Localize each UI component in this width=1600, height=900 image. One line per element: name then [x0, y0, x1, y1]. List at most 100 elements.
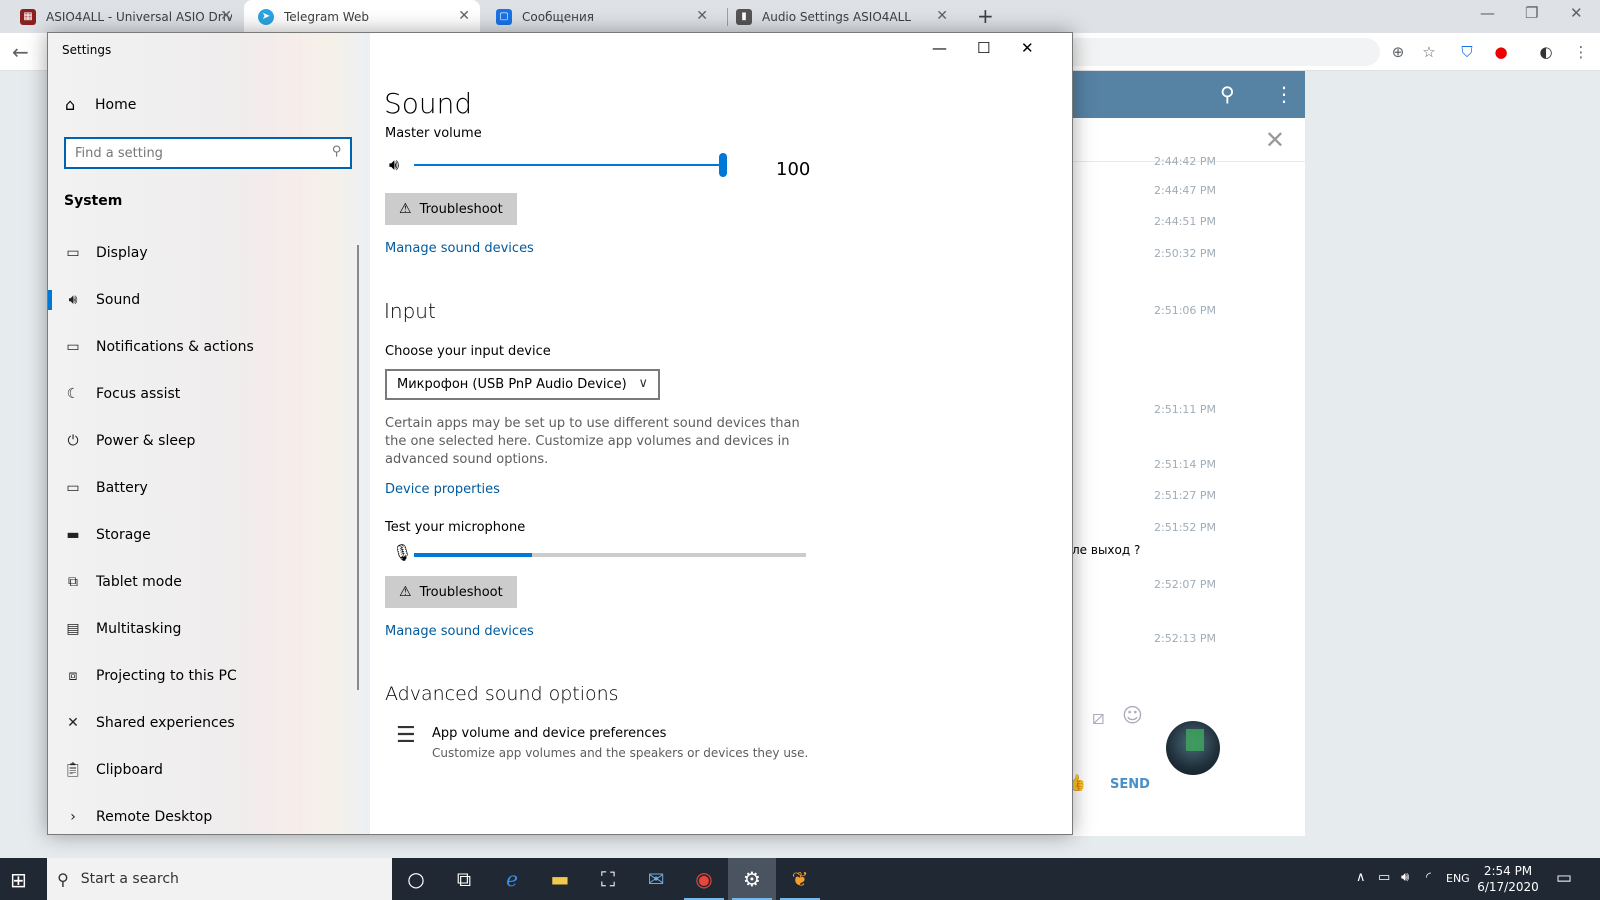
- clock[interactable]: 2:54 PM 6/17/2020: [1475, 863, 1541, 895]
- fl-studio-icon[interactable]: ❦: [776, 858, 824, 900]
- volume-icon[interactable]: 🔊︎: [1401, 870, 1409, 885]
- star-icon[interactable]: ☆: [1419, 42, 1439, 62]
- sidebar-item-label: Battery: [96, 480, 148, 496]
- notifications-icon: ▭: [66, 339, 80, 355]
- message-time: 2:52:07 PM: [1154, 578, 1217, 591]
- edge-icon[interactable]: ℯ: [488, 858, 536, 900]
- master-volume-slider-thumb[interactable]: [719, 153, 727, 177]
- settings-content: Sound Master volume 🔊︎ 100 ⚠ Troubleshoo…: [370, 33, 1072, 834]
- sidebar-item-projecting[interactable]: ⧈ Projecting to this PC: [48, 654, 370, 698]
- tab-title: Audio Settings ASIO4ALL: [762, 9, 911, 24]
- send-button[interactable]: SEND: [1110, 777, 1150, 792]
- sidebar-item-battery[interactable]: ▭ Battery: [48, 466, 370, 510]
- shield-extension-icon[interactable]: ⛉: [1457, 42, 1477, 62]
- settings-gear-icon[interactable]: ⚙: [728, 858, 776, 900]
- browser-tab-strip: ▦ ASIO4ALL - Universal ASIO Driver ✕ ➤ T…: [0, 0, 1600, 33]
- troubleshoot-output-button[interactable]: ⚠ Troubleshoot: [385, 193, 517, 225]
- master-volume-slider-track[interactable]: [414, 164, 724, 166]
- settings-search[interactable]: ⚲: [64, 137, 352, 169]
- restore-icon[interactable]: ❐: [1525, 4, 1538, 22]
- close-tab-icon[interactable]: ✕: [696, 8, 708, 24]
- search-icon[interactable]: ⚲: [332, 144, 342, 159]
- browser-tab-messages[interactable]: ▢ Сообщения ✕: [482, 0, 718, 33]
- back-arrow-icon[interactable]: ←: [12, 40, 29, 64]
- home-nav-item[interactable]: ⌂ Home: [65, 95, 136, 114]
- manage-sound-devices-link[interactable]: Manage sound devices: [385, 624, 534, 639]
- menu-kebab-icon[interactable]: ⋮: [1571, 42, 1591, 62]
- chevron-down-icon: ∨: [638, 376, 648, 391]
- manage-sound-devices-link[interactable]: Manage sound devices: [385, 241, 534, 256]
- sidebar-item-label: Projecting to this PC: [96, 668, 237, 684]
- close-icon[interactable]: ✕: [1570, 4, 1583, 22]
- power-icon: ⏻: [67, 433, 79, 449]
- mic-level-meter: [414, 553, 806, 557]
- close-tab-icon[interactable]: ✕: [220, 8, 232, 24]
- cortana-icon[interactable]: ○: [392, 858, 440, 900]
- choose-input-label: Choose your input device: [385, 344, 551, 359]
- command-icon[interactable]: ⧄: [1092, 705, 1105, 729]
- sidebar-item-remote-desktop[interactable]: › Remote Desktop: [48, 795, 370, 834]
- sidebar-item-notifications[interactable]: ▭ Notifications & actions: [48, 325, 370, 369]
- file-explorer-icon[interactable]: ▬: [536, 858, 584, 900]
- message-time: 2:51:06 PM: [1154, 304, 1217, 317]
- close-icon[interactable]: ✕: [1265, 126, 1285, 154]
- input-device-select[interactable]: Микрофон (USB PnP Audio Device) ∨: [385, 369, 660, 400]
- sidebar-item-power[interactable]: ⏻ Power & sleep: [48, 419, 370, 463]
- avatar[interactable]: ◐: [1536, 42, 1556, 62]
- device-properties-link[interactable]: Device properties: [385, 482, 500, 497]
- message-time: 2:44:51 PM: [1154, 215, 1217, 228]
- telegram-chat-panel: ⚲ ⋮ ✕ 2:44:42 PM 2:44:47 PM 2:44:51 PM 2…: [1066, 71, 1305, 836]
- close-tab-icon[interactable]: ✕: [458, 8, 470, 24]
- chrome-icon[interactable]: ◉: [680, 858, 728, 900]
- app-volume-title[interactable]: App volume and device preferences: [432, 726, 666, 741]
- sidebar-item-clipboard[interactable]: 📋︎ Clipboard: [48, 748, 370, 792]
- sidebar-scrollbar[interactable]: [357, 245, 359, 690]
- moon-icon: ☾: [66, 386, 80, 402]
- language-indicator[interactable]: ENG: [1446, 872, 1470, 885]
- mail-icon[interactable]: ✉: [632, 858, 680, 900]
- section-heading: System: [64, 193, 123, 209]
- sidebar-item-multitasking[interactable]: ▤ Multitasking: [48, 607, 370, 651]
- install-icon[interactable]: ⊕: [1388, 42, 1408, 62]
- battery-icon: ▭: [66, 480, 80, 496]
- minimize-icon[interactable]: —: [1480, 4, 1495, 22]
- opera-extension-icon[interactable]: ●: [1491, 42, 1511, 62]
- emoji-icon[interactable]: ☺: [1122, 703, 1143, 727]
- notifications-icon[interactable]: ▭: [1556, 868, 1572, 888]
- browser-tab-telegram[interactable]: ➤ Telegram Web ✕: [244, 0, 480, 33]
- sidebar-item-tablet-mode[interactable]: ⧉ Tablet mode: [48, 560, 370, 604]
- chevron-up-icon[interactable]: ∧: [1356, 870, 1366, 885]
- sidebar-item-shared-experiences[interactable]: ✕ Shared experiences: [48, 701, 370, 745]
- sidebar-item-label: Shared experiences: [96, 715, 235, 731]
- sidebar-item-storage[interactable]: ▬ Storage: [48, 513, 370, 557]
- store-icon[interactable]: ⛶: [584, 858, 632, 900]
- search-icon[interactable]: ⚲: [1220, 82, 1235, 106]
- close-tab-icon[interactable]: ✕: [936, 8, 948, 24]
- sidebar-item-label: Clipboard: [96, 762, 163, 778]
- shared-icon: ✕: [67, 715, 79, 731]
- new-tab-icon[interactable]: +: [977, 4, 994, 28]
- advanced-heading: Advanced sound options: [385, 683, 619, 705]
- sidebar-item-sound[interactable]: 🔊︎ Sound: [48, 278, 370, 322]
- wifi-icon[interactable]: ◜: [1426, 870, 1431, 885]
- avatar[interactable]: [1166, 721, 1220, 775]
- page-title: Sound: [384, 87, 473, 120]
- window-title: Settings: [62, 43, 112, 57]
- taskbar: ⊞ ⚲ Start a search ○ ⧉ ℯ ▬ ⛶ ✉ ◉ ⚙ ❦ ∧ ▭…: [0, 858, 1600, 900]
- windows-start-icon[interactable]: ⊞: [10, 868, 27, 892]
- browser-tab-asio4all[interactable]: ▦ ASIO4ALL - Universal ASIO Driver ✕: [6, 0, 242, 33]
- menu-kebab-icon[interactable]: ⋮: [1274, 82, 1294, 106]
- asio-settings-favicon: ▮: [736, 8, 752, 25]
- message-time: 2:52:13 PM: [1154, 632, 1217, 645]
- taskbar-search[interactable]: ⚲ Start a search: [47, 858, 392, 900]
- battery-icon[interactable]: ▭: [1378, 870, 1390, 885]
- troubleshoot-input-button[interactable]: ⚠ Troubleshoot: [385, 576, 517, 608]
- clipboard-icon: 📋︎: [64, 762, 82, 778]
- speaker-icon[interactable]: 🔊︎: [389, 155, 399, 175]
- search-input[interactable]: [66, 139, 316, 167]
- multitasking-icon: ▤: [66, 621, 80, 637]
- browser-tab-audio-settings[interactable]: ▮ Audio Settings ASIO4ALL ✕: [722, 0, 958, 33]
- sidebar-item-display[interactable]: ▭ Display: [48, 231, 370, 275]
- sidebar-item-focus-assist[interactable]: ☾ Focus assist: [48, 372, 370, 416]
- task-view-icon[interactable]: ⧉: [440, 858, 488, 900]
